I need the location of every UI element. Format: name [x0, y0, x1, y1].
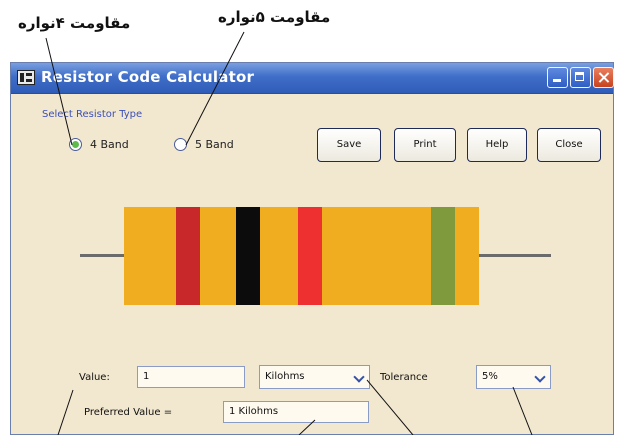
pointer-preferred-value [298, 419, 316, 435]
annotation-pointers [45, 31, 533, 435]
pointer-unit [366, 379, 414, 435]
pointer-four-band [45, 37, 73, 146]
pointer-five-band [185, 31, 245, 146]
pointer-value [57, 389, 74, 435]
pointer-tolerance [512, 386, 533, 435]
